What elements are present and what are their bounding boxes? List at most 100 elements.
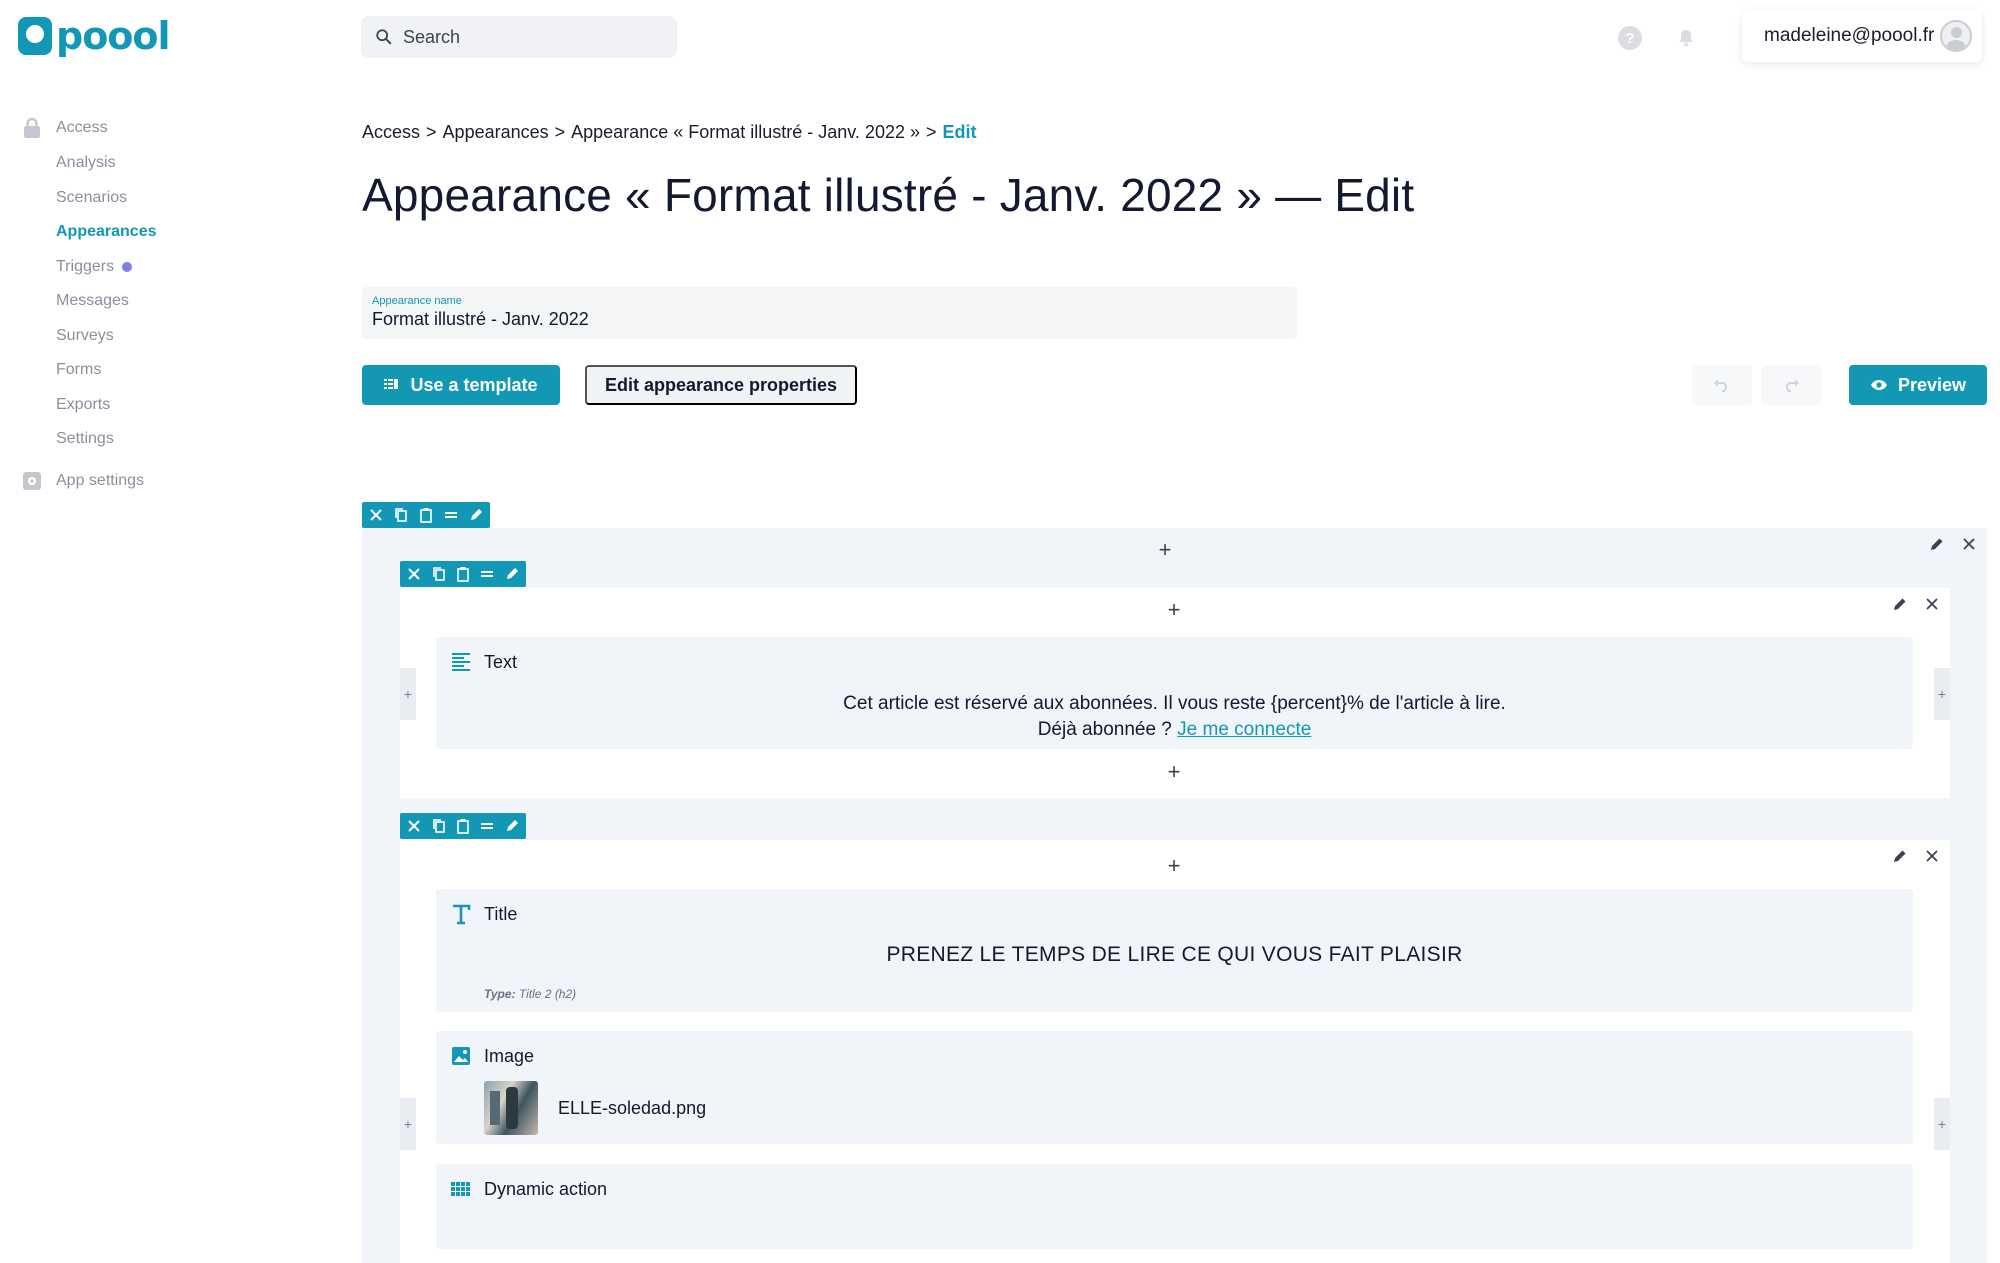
sidebar-item-surveys[interactable]: Surveys	[0, 319, 260, 354]
copy-icon[interactable]	[430, 818, 446, 835]
sidebar-item-messages[interactable]: Messages	[0, 284, 260, 319]
redo-icon	[1786, 379, 1799, 392]
image-icon	[452, 1047, 470, 1065]
sidebar-item-appearances[interactable]: Appearances	[0, 215, 260, 250]
sidebar-item-settings[interactable]: Settings	[0, 422, 260, 457]
user-menu[interactable]: madeleine@poool.fr	[1742, 10, 1982, 62]
row-toolbar	[400, 561, 526, 587]
section-toolbar	[362, 502, 490, 528]
eye-icon	[1870, 380, 1887, 390]
poool-logo[interactable]: poool	[18, 14, 171, 58]
pencil-icon[interactable]	[467, 507, 484, 524]
appearance-name-value[interactable]: Format illustré - Janv. 2022	[372, 309, 1287, 330]
sidebar: Access Analysis Scenarios Appearances Tr…	[0, 110, 260, 499]
preview-label: Preview	[1897, 374, 1967, 395]
sidebar-section-access[interactable]: Access	[0, 110, 260, 146]
add-column-left-button[interactable]: +	[400, 1098, 416, 1150]
close-icon[interactable]	[1924, 848, 1940, 864]
undo-button[interactable]	[1692, 365, 1752, 405]
block-label: Image	[484, 1045, 535, 1066]
pencil-icon[interactable]	[504, 818, 520, 835]
sidebar-item-label: Surveys	[56, 326, 114, 344]
appearance-name-field[interactable]: Appearance name Format illustré - Janv. …	[362, 287, 1297, 339]
grid-icon	[451, 1182, 470, 1196]
pencil-icon[interactable]	[504, 566, 520, 583]
sidebar-item-label: Appearances	[56, 223, 157, 241]
dynamic-action-block[interactable]: Dynamic action	[436, 1164, 1913, 1249]
search-input[interactable]: Search	[361, 16, 677, 58]
block-header: Dynamic action	[450, 1178, 607, 1200]
text-block-content: Cet article est réservé aux abonnées. Il…	[436, 691, 1913, 743]
breadcrumb-appearance[interactable]: Appearance « Format illustré - Janv. 202…	[571, 122, 920, 143]
text-line-1: Cet article est réservé aux abonnées. Il…	[843, 693, 1506, 714]
add-block-button[interactable]: +	[1162, 853, 1186, 878]
add-column-right-button[interactable]: +	[1934, 1098, 1950, 1150]
title-block[interactable]: Title PRENEZ LE TEMPS DE LIRE CE QUI VOU…	[436, 889, 1913, 1012]
sidebar-item-triggers[interactable]: Triggers	[0, 250, 260, 285]
clipboard-icon[interactable]	[418, 507, 435, 524]
clipboard-icon[interactable]	[455, 818, 471, 835]
close-icon[interactable]	[1924, 596, 1940, 612]
block-header: Text	[450, 651, 517, 673]
logo-mark	[18, 17, 52, 55]
sidebar-item-forms[interactable]: Forms	[0, 353, 260, 388]
pencil-icon[interactable]	[1929, 536, 1945, 552]
delete-icon[interactable]	[406, 818, 422, 835]
image-block[interactable]: Image ELLE-soledad.png	[436, 1031, 1913, 1144]
logo-text: poool	[56, 14, 171, 58]
sidebar-item-label: Messages	[56, 292, 129, 310]
block-header: Title	[450, 903, 517, 925]
row-actions	[1892, 596, 1940, 612]
gear-icon	[23, 471, 41, 490]
clipboard-icon[interactable]	[455, 566, 471, 583]
sidebar-item-label: Scenarios	[56, 188, 128, 206]
drag-handle-icon[interactable]	[479, 566, 495, 583]
delete-icon[interactable]	[406, 566, 422, 583]
sidebar-item-label: Settings	[56, 430, 114, 448]
add-column-left-button[interactable]: +	[400, 668, 416, 720]
sidebar-section-app-settings[interactable]: App settings	[0, 463, 260, 499]
text-line-2: Déjà abonnée ? Je me connecte	[436, 717, 1913, 743]
delete-icon[interactable]	[368, 507, 385, 524]
row-actions	[1892, 848, 1940, 864]
breadcrumb-separator: >	[554, 122, 566, 142]
pencil-icon[interactable]	[1892, 596, 1908, 612]
breadcrumb-edit: Edit	[942, 122, 977, 142]
login-link[interactable]: Je me connecte	[1177, 719, 1311, 740]
drag-handle-icon[interactable]	[479, 818, 495, 835]
block-header: Image	[450, 1045, 534, 1067]
close-icon[interactable]	[1961, 536, 1977, 552]
use-template-button[interactable]: Use a template	[362, 365, 560, 405]
preview-button[interactable]: Preview	[1849, 365, 1987, 405]
copy-icon[interactable]	[393, 507, 410, 524]
pencil-icon[interactable]	[1892, 848, 1908, 864]
text-line-2-prefix: Déjà abonnée ?	[1037, 719, 1172, 740]
sidebar-item-exports[interactable]: Exports	[0, 388, 260, 423]
page-title: Appearance « Format illustré - Janv. 202…	[362, 169, 1415, 221]
image-filename: ELLE-soledad.png	[558, 1097, 707, 1118]
image-thumbnail	[484, 1081, 538, 1135]
template-icon	[384, 379, 399, 389]
help-icon[interactable]: ?	[1618, 26, 1642, 50]
add-row-button[interactable]: +	[1153, 537, 1177, 562]
add-block-button[interactable]: +	[1162, 597, 1186, 622]
copy-icon[interactable]	[430, 566, 446, 583]
sidebar-item-scenarios[interactable]: Scenarios	[0, 181, 260, 216]
bell-icon[interactable]	[1674, 26, 1698, 50]
breadcrumb-appearances[interactable]: Appearances	[443, 122, 549, 143]
edit-properties-button[interactable]: Edit appearance properties	[585, 365, 857, 405]
title-type-label: Type:	[484, 987, 516, 1001]
lock-icon	[24, 117, 40, 138]
use-template-label: Use a template	[410, 374, 538, 395]
title-t-icon	[453, 904, 471, 925]
breadcrumb-access[interactable]: Access	[362, 122, 420, 143]
appearance-name-label: Appearance name	[372, 295, 462, 307]
sidebar-item-analysis[interactable]: Analysis	[0, 146, 260, 181]
title-type-value: Title 2 (h2)	[518, 987, 577, 1001]
add-block-button[interactable]: +	[1162, 759, 1186, 784]
redo-button[interactable]	[1761, 365, 1821, 405]
text-block[interactable]: Text Cet article est réservé aux abonnée…	[436, 637, 1913, 749]
drag-handle-icon[interactable]	[442, 507, 459, 524]
add-column-right-button[interactable]: +	[1934, 668, 1950, 720]
sidebar-item-label: Analysis	[56, 154, 116, 172]
